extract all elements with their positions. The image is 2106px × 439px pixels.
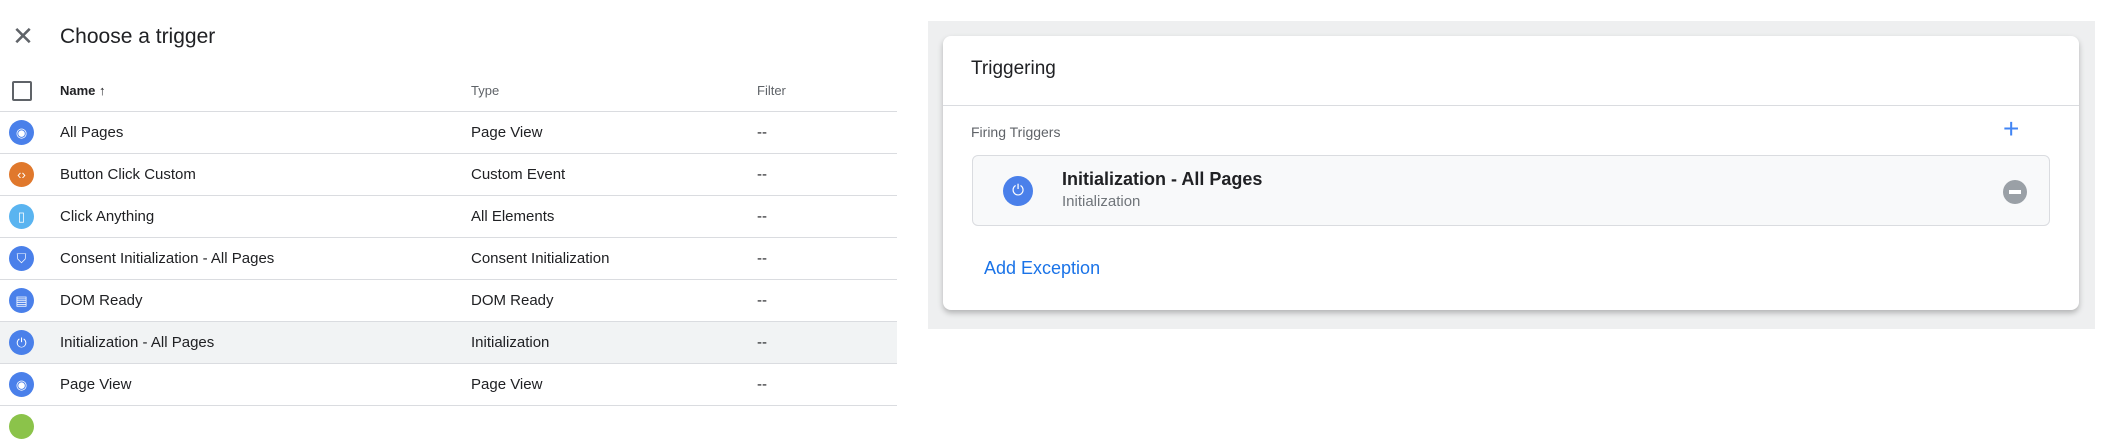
power-icon: ⏻ bbox=[9, 330, 34, 355]
trigger-filter: -- bbox=[757, 292, 767, 309]
add-trigger-button[interactable]: + bbox=[2003, 115, 2019, 143]
trigger-name: Button Click Custom bbox=[60, 166, 196, 183]
eye-icon: ◉ bbox=[9, 372, 34, 397]
shield-icon: ⛉ bbox=[9, 246, 34, 271]
table-row[interactable]: ▤ DOM Ready DOM Ready -- bbox=[0, 279, 897, 321]
trigger-type: Initialization bbox=[471, 334, 550, 351]
column-header-type: Type bbox=[471, 83, 500, 98]
triggering-card: Triggering Firing Triggers + ⏻ Initializ… bbox=[943, 36, 2079, 310]
trigger-name: Click Anything bbox=[60, 208, 155, 225]
code-icon: ‹› bbox=[9, 162, 34, 187]
table-row[interactable]: ⛉ Consent Initialization - All Pages Con… bbox=[0, 237, 897, 279]
trigger-name: Page View bbox=[60, 376, 132, 393]
firing-triggers-label: Firing Triggers bbox=[971, 124, 1061, 140]
power-icon: ⏻ bbox=[1003, 176, 1033, 206]
eye-icon: ◉ bbox=[9, 120, 34, 145]
partial-trigger-icon bbox=[9, 414, 34, 439]
trigger-filter: -- bbox=[757, 250, 767, 267]
add-exception-button[interactable]: Add Exception bbox=[984, 258, 1100, 279]
trigger-name: All Pages bbox=[60, 124, 124, 141]
remove-trigger-button[interactable] bbox=[2003, 180, 2027, 204]
table-row[interactable]: ▯ Click Anything All Elements -- bbox=[0, 195, 897, 237]
name-header-label: Name bbox=[60, 83, 96, 98]
table-row[interactable]: ⏻ Initialization - All Pages Initializat… bbox=[0, 321, 897, 363]
column-header-name[interactable]: Name ↑ bbox=[60, 83, 106, 98]
document-icon: ▤ bbox=[9, 288, 34, 313]
trigger-type: Custom Event bbox=[471, 166, 566, 183]
card-title: Triggering bbox=[971, 58, 1056, 79]
close-icon[interactable]: ✕ bbox=[12, 23, 34, 49]
column-header-filter: Filter bbox=[757, 83, 786, 98]
trigger-type: All Elements bbox=[471, 208, 555, 225]
trigger-name: Initialization - All Pages bbox=[1062, 169, 1263, 189]
trigger-name: Initialization - All Pages bbox=[60, 334, 215, 351]
divider bbox=[943, 105, 2079, 106]
dialog-title: Choose a trigger bbox=[60, 25, 216, 48]
table-row[interactable]: ‹› Button Click Custom Custom Event -- bbox=[0, 153, 897, 195]
trigger-filter: -- bbox=[757, 334, 767, 351]
trigger-filter: -- bbox=[757, 376, 767, 393]
firing-trigger-item[interactable]: ⏻ Initialization - All Pages Initializat… bbox=[972, 155, 2050, 226]
trigger-type: Consent Initialization bbox=[471, 250, 610, 267]
trigger-name: Consent Initialization - All Pages bbox=[60, 250, 275, 267]
trigger-filter: -- bbox=[757, 166, 767, 183]
mouse-icon: ▯ bbox=[9, 204, 34, 229]
sort-ascending-icon: ↑ bbox=[99, 83, 106, 98]
trigger-type: Page View bbox=[471, 124, 543, 141]
trigger-filter: -- bbox=[757, 124, 767, 141]
trigger-type: Page View bbox=[471, 376, 543, 393]
table-row[interactable]: ◉ Page View Page View -- bbox=[0, 363, 897, 405]
trigger-filter: -- bbox=[757, 208, 767, 225]
row-divider bbox=[0, 405, 897, 406]
trigger-table: ◉ All Pages Page View -- ‹› Button Click … bbox=[0, 111, 897, 406]
trigger-type: Initialization bbox=[1062, 193, 1141, 210]
trigger-type: DOM Ready bbox=[471, 292, 554, 309]
trigger-name: DOM Ready bbox=[60, 292, 143, 309]
table-row[interactable]: ◉ All Pages Page View -- bbox=[0, 111, 897, 153]
select-all-checkbox[interactable] bbox=[12, 81, 32, 101]
